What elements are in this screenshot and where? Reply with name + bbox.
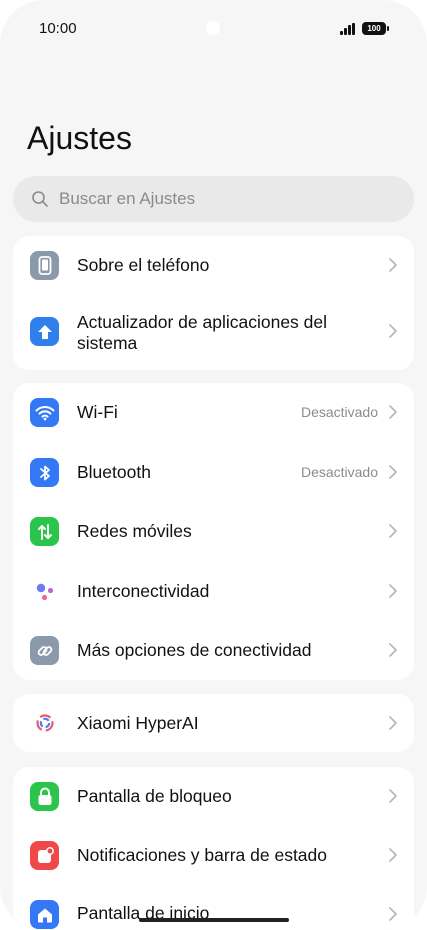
- setting-lock-screen[interactable]: Pantalla de bloqueo: [13, 767, 414, 826]
- setting-label: Más opciones de conectividad: [77, 640, 312, 660]
- chevron-right-icon: [389, 324, 397, 338]
- setting-label: Xiaomi HyperAI: [77, 713, 199, 733]
- setting-wifi[interactable]: Wi-Fi Desactivado: [13, 383, 414, 443]
- signal-icon: [340, 23, 358, 35]
- wifi-icon: [30, 398, 59, 427]
- setting-label: Redes móviles: [77, 521, 192, 541]
- search-bar[interactable]: [13, 176, 414, 222]
- setting-bluetooth[interactable]: Bluetooth Desactivado: [13, 443, 414, 502]
- setting-mobile-networks[interactable]: Redes móviles: [13, 502, 414, 562]
- chevron-right-icon: [389, 465, 397, 479]
- setting-label: Pantalla de bloqueo: [77, 786, 232, 806]
- chevron-right-icon: [389, 405, 397, 419]
- chevron-right-icon: [389, 258, 397, 272]
- camera-cutout: [206, 21, 220, 35]
- interconnect-icon: [30, 577, 59, 606]
- status-time: 10:00: [39, 20, 77, 37]
- chevron-right-icon: [389, 584, 397, 598]
- setting-more-connectivity[interactable]: Más opciones de conectividad: [13, 621, 414, 680]
- lock-icon: [30, 782, 59, 811]
- setting-label: Bluetooth: [77, 462, 151, 482]
- setting-label: Sobre el teléfono: [77, 255, 210, 275]
- chevron-right-icon: [389, 643, 397, 657]
- settings-group-device: Sobre el teléfono Actualizador de aplica…: [13, 236, 414, 370]
- arrow-up-icon: [30, 317, 59, 346]
- home-indicator[interactable]: [139, 918, 289, 922]
- search-input[interactable]: [59, 176, 399, 222]
- battery-icon: 100: [362, 22, 389, 35]
- home-icon: [30, 900, 59, 929]
- settings-group-ai: Xiaomi HyperAI: [13, 694, 414, 752]
- setting-status: Desactivado: [300, 404, 378, 420]
- search-icon: [32, 191, 48, 207]
- setting-status: Desactivado: [300, 464, 378, 480]
- setting-system-app-updater[interactable]: Actualizador de aplicaciones del sistema: [13, 295, 414, 370]
- setting-home-screen[interactable]: Pantalla de inicio: [13, 886, 414, 930]
- chevron-right-icon: [389, 907, 397, 921]
- setting-label: Interconectividad: [77, 581, 210, 601]
- chevron-right-icon: [389, 524, 397, 538]
- bluetooth-icon: [30, 458, 59, 487]
- phone-icon: [30, 251, 59, 280]
- hyperai-icon: [30, 708, 59, 737]
- setting-interconnectivity[interactable]: Interconectividad: [13, 562, 414, 621]
- setting-label: Notificaciones y barra de estado: [77, 845, 327, 865]
- mobile-data-icon: [30, 517, 59, 546]
- setting-about-phone[interactable]: Sobre el teléfono: [13, 236, 414, 295]
- chevron-right-icon: [389, 716, 397, 730]
- phone-screen: 10:00 100 Ajustes Sobre el teléfono: [0, 0, 427, 930]
- setting-label: Wi-Fi: [77, 402, 118, 422]
- link-icon: [30, 636, 59, 665]
- setting-notifications-status-bar[interactable]: Notificaciones y barra de estado: [13, 826, 414, 886]
- status-bar: 10:00 100: [0, 0, 427, 60]
- chevron-right-icon: [389, 848, 397, 862]
- chevron-right-icon: [389, 789, 397, 803]
- setting-xiaomi-hyperai[interactable]: Xiaomi HyperAI: [13, 694, 414, 752]
- settings-group-display: Pantalla de bloqueo Notificaciones y bar…: [13, 767, 414, 930]
- setting-label: Actualizador de aplicaciones del sistema: [77, 312, 328, 353]
- settings-group-connectivity: Wi-Fi Desactivado Bluetooth Desactivado …: [13, 383, 414, 680]
- page-title: Ajustes: [27, 120, 132, 156]
- notification-icon: [30, 841, 59, 870]
